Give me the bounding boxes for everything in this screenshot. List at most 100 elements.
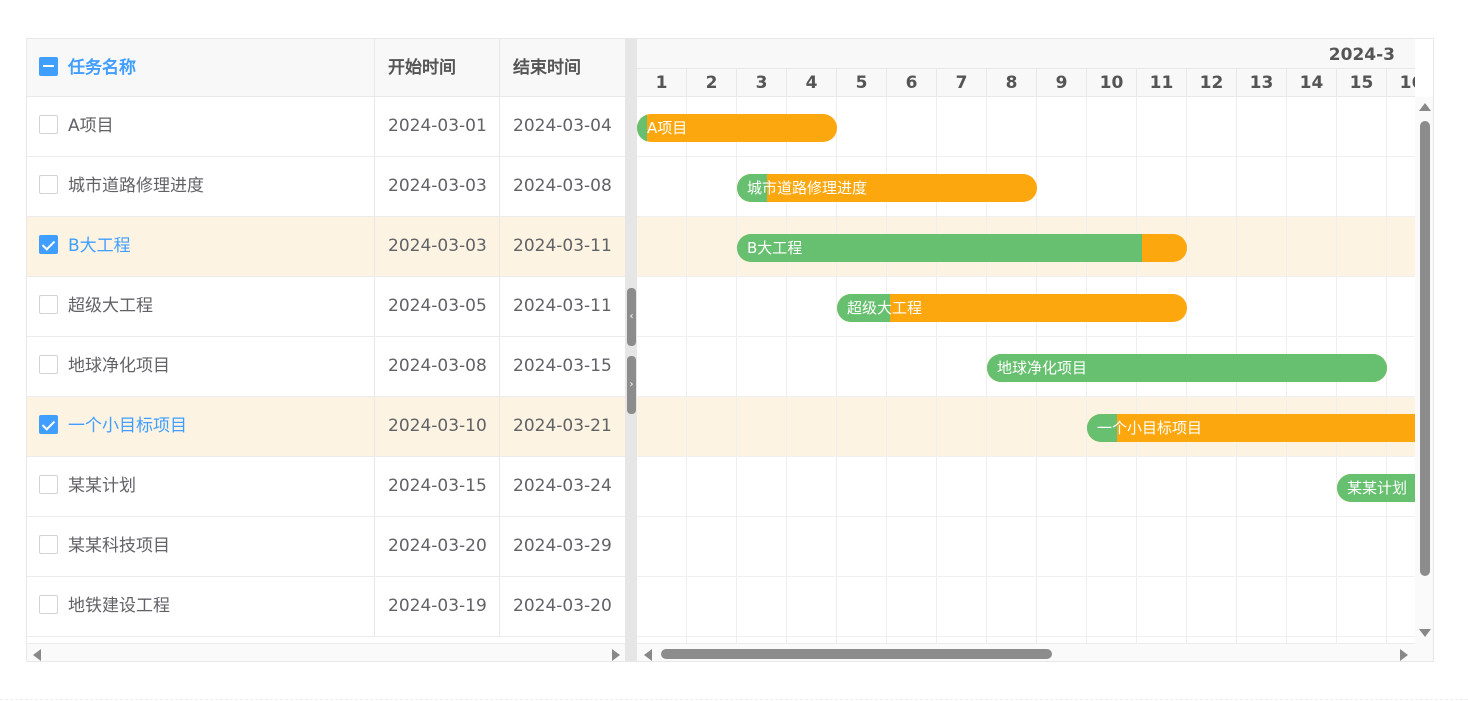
end-time-cell: 2024-03-08 [513,176,612,196]
timeline-row [637,577,1415,637]
row-checkbox[interactable] [39,294,58,314]
task-name: 地铁建设工程 [68,596,170,616]
chart-horizontal-scrollbar[interactable] [637,643,1415,661]
row-checkbox[interactable] [39,234,58,254]
task-name-header-label: 任务名称 [68,58,136,78]
chevron-right-icon: › [629,379,634,390]
table-scroll-left-arrow-icon[interactable] [33,649,41,661]
chart-scroll-right-arrow-icon[interactable] [1400,649,1408,661]
table-row[interactable]: A项目 2024-03-01 2024-03-04 [27,97,625,157]
row-checkbox[interactable] [39,414,58,434]
timeline-chart: 2024-3 12345678910111213141516 A项目城市道路修理… [637,39,1415,643]
end-time-cell: 2024-03-11 [513,236,612,256]
table-row[interactable]: 超级大工程 2024-03-05 2024-03-11 [27,277,625,337]
task-bar-label: 超级大工程 [847,299,923,317]
task-bar[interactable]: A项目 [637,114,837,142]
gantt-chart: 任务名称 开始时间 结束时间 A项目 2024-03-01 2024-03-04 城市… [26,38,1434,662]
task-name: 某某科技项目 [68,536,170,556]
table-row[interactable]: 城市道路修理进度 2024-03-03 2024-03-08 [27,157,625,217]
task-bar[interactable]: 超级大工程 [837,294,1187,322]
timeline-row [637,457,1415,517]
end-time-cell: 2024-03-24 [513,476,612,496]
chevron-left-icon: ‹ [629,311,634,322]
row-checkbox[interactable] [39,174,58,194]
row-checkbox[interactable] [39,594,58,614]
task-bar-label: 城市道路修理进度 [747,179,868,197]
table-row[interactable]: 某某科技项目 2024-03-20 2024-03-29 [27,517,625,577]
timeline-day: 15 [1337,69,1387,98]
task-progress [637,114,647,142]
expand-right-button[interactable]: › [627,356,636,414]
end-time-cell: 2024-03-04 [513,116,612,136]
end-time-cell: 2024-03-15 [513,356,612,376]
scroll-up-arrow-icon[interactable] [1419,103,1431,111]
grid-line [686,97,687,643]
task-name-cell: 超级大工程 [27,277,375,336]
table-row[interactable]: 一个小目标项目 2024-03-10 2024-03-21 [27,397,625,457]
timeline-month: 2024-3 [1328,45,1395,65]
timeline-day: 7 [937,69,987,98]
task-name-cell: 地球净化项目 [27,337,375,396]
table-scroll-right-arrow-icon[interactable] [612,649,620,661]
collapse-left-button[interactable]: ‹ [627,288,636,346]
table-horizontal-scrollbar[interactable] [27,643,625,661]
row-checkbox[interactable] [39,474,58,494]
start-time-cell: 2024-03-08 [375,337,500,396]
task-name: B大工程 [68,236,131,256]
task-bar-label: 一个小目标项目 [1097,419,1203,437]
start-time-cell: 2024-03-05 [375,277,500,336]
start-time-cell: 2024-03-03 [375,157,500,216]
task-name: 超级大工程 [68,296,153,316]
vertical-scroll-thumb[interactable] [1420,121,1430,576]
task-bar[interactable]: B大工程 [737,234,1187,262]
task-name-cell: 某某科技项目 [27,517,375,576]
select-all-checkbox-icon[interactable] [39,56,58,76]
timeline-day: 4 [787,69,837,98]
task-name: A项目 [68,116,114,136]
table-row[interactable]: B大工程 2024-03-03 2024-03-11 [27,217,625,277]
chart-scroll-left-arrow-icon[interactable] [644,649,652,661]
vertical-scrollbar[interactable] [1415,97,1433,643]
end-time-cell: 2024-03-20 [513,596,612,616]
row-checkbox[interactable] [39,354,58,374]
task-name-cell: 城市道路修理进度 [27,157,375,216]
timeline-day: 12 [1187,69,1237,98]
task-bar[interactable]: 某某计划 [1337,474,1415,502]
end-time-cell: 2024-03-29 [513,536,612,556]
horizontal-scroll-thumb[interactable] [661,649,1052,659]
table-row[interactable]: 地铁建设工程 2024-03-19 2024-03-20 [27,577,625,637]
task-bar-label: A项目 [647,119,688,137]
pane-splitter[interactable]: ‹ › [625,39,637,661]
timeline-day: 10 [1087,69,1137,98]
task-name-cell: A项目 [27,97,375,156]
task-name: 地球净化项目 [68,356,170,376]
timeline-day: 5 [837,69,887,98]
row-checkbox[interactable] [39,534,58,554]
start-time-cell: 2024-03-10 [375,397,500,456]
column-header-start-time[interactable]: 开始时间 [375,39,500,97]
timeline-day: 14 [1287,69,1337,98]
column-header-task-name[interactable]: 任务名称 [27,39,375,97]
row-checkbox[interactable] [39,114,58,134]
task-name-cell: B大工程 [27,217,375,276]
task-table: 任务名称 开始时间 结束时间 A项目 2024-03-01 2024-03-04 城市… [27,39,625,643]
timeline-day: 11 [1137,69,1187,98]
task-bar[interactable]: 城市道路修理进度 [737,174,1037,202]
timeline-day: 6 [887,69,937,98]
task-name: 某某计划 [68,476,136,496]
task-name: 城市道路修理进度 [68,176,204,196]
task-bar[interactable]: 一个小目标项目 [1087,414,1415,442]
task-name-cell: 一个小目标项目 [27,397,375,456]
task-bar-label: 地球净化项目 [997,359,1088,377]
timeline-header: 2024-3 12345678910111213141516 [637,39,1415,98]
table-row[interactable]: 地球净化项目 2024-03-08 2024-03-15 [27,337,625,397]
scroll-down-arrow-icon[interactable] [1419,629,1431,637]
start-time-cell: 2024-03-20 [375,517,500,576]
task-name: 一个小目标项目 [68,416,187,436]
task-bar[interactable]: 地球净化项目 [987,354,1387,382]
timeline-day: 2 [687,69,737,98]
column-header-end-time[interactable]: 结束时间 [500,39,625,97]
timeline-body: A项目城市道路修理进度B大工程超级大工程地球净化项目一个小目标项目某某计划某某科… [637,97,1415,643]
task-table-header: 任务名称 开始时间 结束时间 [27,39,625,97]
table-row[interactable]: 某某计划 2024-03-15 2024-03-24 [27,457,625,517]
